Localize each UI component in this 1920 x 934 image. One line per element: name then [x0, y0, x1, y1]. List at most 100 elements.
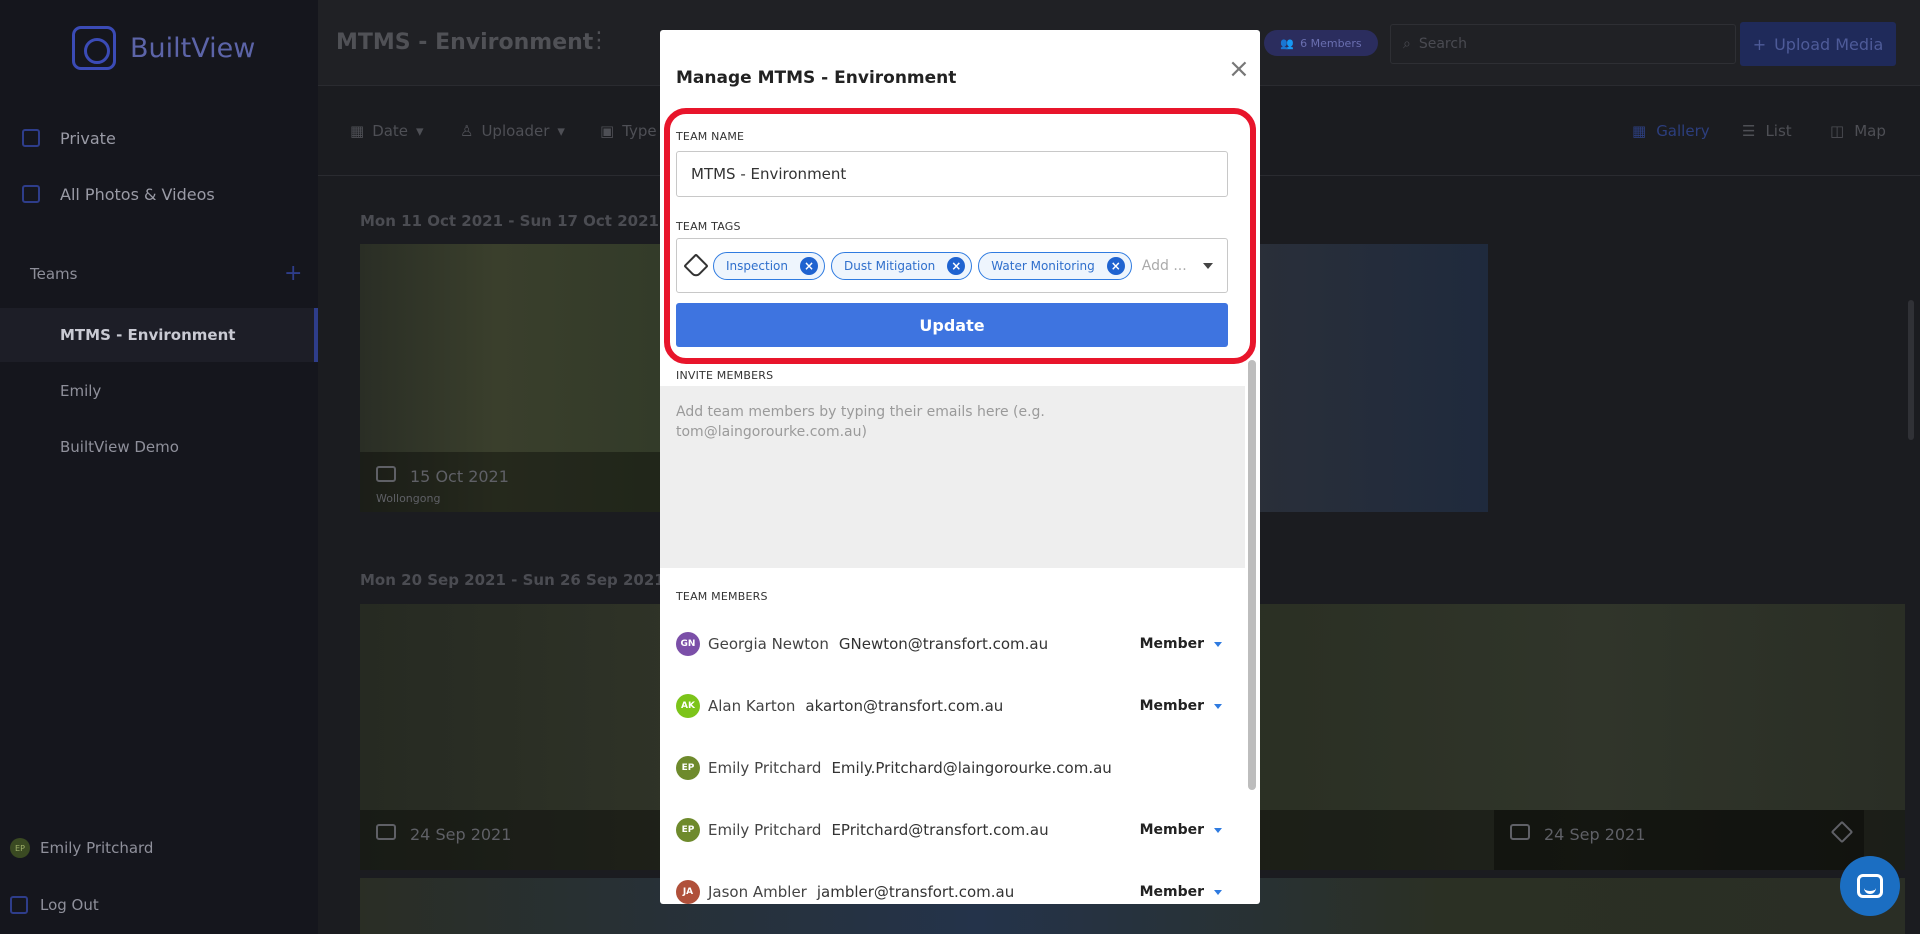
photo-meta: 15 Oct 2021 Wollongong — [360, 452, 690, 512]
members-badge[interactable]: 👥 6 Members — [1264, 30, 1378, 56]
logout-button[interactable]: Log Out — [10, 896, 99, 914]
member-role: Member — [1139, 822, 1204, 838]
search-icon: ⌕ — [1403, 36, 1411, 52]
member-role: Member — [1139, 884, 1204, 900]
team-name-input[interactable]: MTMS - Environment — [676, 151, 1228, 197]
sidebar-item-all-photos[interactable]: All Photos & Videos — [0, 166, 318, 222]
remove-tag-icon[interactable]: × — [947, 256, 966, 275]
view-gallery[interactable]: ▦ Gallery — [1632, 122, 1710, 140]
tag-icon — [1830, 820, 1854, 844]
tag-chip-label: Water Monitoring — [991, 258, 1095, 273]
member-role-select[interactable]: Member — [1140, 698, 1222, 714]
tag-chip: Dust Mitigation × — [830, 251, 973, 280]
member-role: Member — [1139, 636, 1204, 652]
avatar: EP — [676, 818, 700, 842]
current-user[interactable]: EP Emily Pritchard — [10, 838, 153, 858]
app-name: BuiltView — [130, 32, 256, 64]
member-role-select[interactable]: Member — [1140, 636, 1222, 652]
week-heading: Mon 20 Sep 2021 - Sun 26 Sep 2021 — [360, 571, 665, 589]
member-row: AK Alan Karton akarton@transfort.com.au … — [676, 686, 1228, 726]
chevron-down-icon — [1214, 889, 1222, 895]
photo-date: 15 Oct 2021 — [410, 467, 509, 486]
sidebar-team-builtview-demo[interactable]: BuiltView Demo — [0, 420, 318, 474]
main-scrollbar[interactable] — [1908, 300, 1914, 440]
member-email: GNewton@transfort.com.au — [838, 635, 1049, 653]
sidebar-team-mtms[interactable]: MTMS - Environment — [0, 308, 318, 362]
invite-members-input[interactable]: Add team members by typing their emails … — [660, 386, 1245, 568]
chat-support-button[interactable] — [1840, 856, 1900, 916]
member-name: Emily Pritchard — [708, 759, 822, 777]
avatar: JA — [676, 880, 700, 904]
more-options-icon[interactable]: ⋮ — [588, 28, 610, 53]
camera-icon — [376, 466, 396, 482]
tag-chip-label: Dust Mitigation — [843, 258, 936, 273]
type-filter-label: Type — [622, 122, 657, 140]
search-placeholder: Search — [1418, 36, 1467, 52]
sidebar-item-label: All Photos & Videos — [60, 184, 215, 204]
uploader-filter[interactable]: ♙ Uploader ▾ — [460, 122, 565, 140]
remove-tag-icon[interactable]: × — [1106, 256, 1125, 275]
view-label: Map — [1854, 122, 1886, 140]
upload-media-button[interactable]: + Upload Media — [1740, 22, 1896, 66]
member-name: Alan Karton — [708, 697, 796, 715]
chevron-down-icon: ▾ — [557, 122, 565, 140]
photo-date: 24 Sep 2021 — [1544, 825, 1646, 844]
sidebar-item-private[interactable]: Private — [0, 110, 318, 166]
view-map[interactable]: ◫ Map — [1830, 122, 1886, 140]
member-role-select[interactable]: Member — [1140, 884, 1222, 900]
add-team-icon[interactable]: + — [284, 261, 302, 286]
chevron-down-icon — [1214, 703, 1222, 709]
avatar: AK — [676, 694, 700, 718]
date-filter[interactable]: ▦ Date ▾ — [350, 122, 424, 140]
dialog-title: Manage MTMS - Environment — [676, 68, 957, 88]
logo-icon — [72, 26, 116, 70]
uploader-filter-label: Uploader — [481, 122, 550, 140]
gallery-icon — [22, 185, 40, 203]
sidebar-team-emily[interactable]: Emily — [0, 364, 318, 418]
chevron-down-icon: ▾ — [416, 122, 424, 140]
search-input[interactable]: ⌕ Search — [1390, 24, 1736, 64]
close-icon[interactable]: × — [1228, 56, 1250, 82]
member-email: jambler@transfort.com.au — [816, 883, 1015, 901]
sidebar-item-label: Private — [60, 128, 116, 148]
tag-chip-label: Inspection — [726, 258, 788, 273]
members-icon: 👥 — [1280, 36, 1295, 50]
user-name: Emily Pritchard — [40, 839, 154, 857]
member-row: EP Emily Pritchard EPritchard@transfort.… — [676, 810, 1228, 850]
member-row: JA Jason Ambler jambler@transfort.com.au… — [676, 872, 1228, 904]
plus-icon: + — [1752, 34, 1767, 54]
photo-card[interactable]: 24 Sep 2021 — [1494, 604, 1864, 870]
chevron-down-icon — [1214, 827, 1222, 833]
member-row: EP Emily Pritchard Emily.Pritchard@laing… — [676, 748, 1228, 788]
member-row: GN Georgia Newton GNewton@transfort.com.… — [676, 624, 1228, 664]
member-name: Georgia Newton — [708, 635, 829, 653]
type-filter[interactable]: ▣ Type — [600, 122, 657, 140]
user-square-icon — [22, 129, 40, 147]
photo-meta: 24 Sep 2021 — [1494, 810, 1864, 870]
dialog-scrollbar[interactable] — [1248, 360, 1256, 790]
remove-tag-icon[interactable]: × — [799, 256, 818, 275]
app-logo[interactable]: BuiltView — [72, 26, 255, 70]
chevron-down-icon — [1214, 641, 1222, 647]
list-icon: ☰ — [1742, 122, 1756, 140]
photo-location: Wollongong — [376, 492, 441, 505]
member-role-select[interactable]: Member — [1140, 822, 1222, 838]
update-button[interactable]: Update — [676, 303, 1228, 347]
view-list[interactable]: ☰ List — [1742, 122, 1792, 140]
date-filter-label: Date — [372, 122, 409, 140]
team-tags-input[interactable]: Inspection × Dust Mitigation × Water Mon… — [676, 238, 1228, 293]
user-icon: ♙ — [460, 122, 474, 140]
chat-icon — [1857, 874, 1883, 898]
logout-icon — [10, 896, 28, 914]
manage-team-dialog: Manage MTMS - Environment × TEAM NAME MT… — [660, 30, 1260, 904]
team-name-label: TEAM NAME — [676, 130, 745, 143]
avatar: EP — [676, 756, 700, 780]
team-members-label: TEAM MEMBERS — [676, 590, 768, 603]
chevron-down-icon[interactable] — [1203, 263, 1213, 269]
page-title: MTMS - Environment — [336, 30, 594, 55]
grid-icon: ▦ — [1632, 122, 1647, 140]
member-name: Jason Ambler — [708, 883, 807, 901]
member-role: Member — [1139, 698, 1204, 714]
tag-input-placeholder[interactable]: Add ... — [1142, 258, 1187, 274]
photo-date: 24 Sep 2021 — [410, 825, 512, 844]
